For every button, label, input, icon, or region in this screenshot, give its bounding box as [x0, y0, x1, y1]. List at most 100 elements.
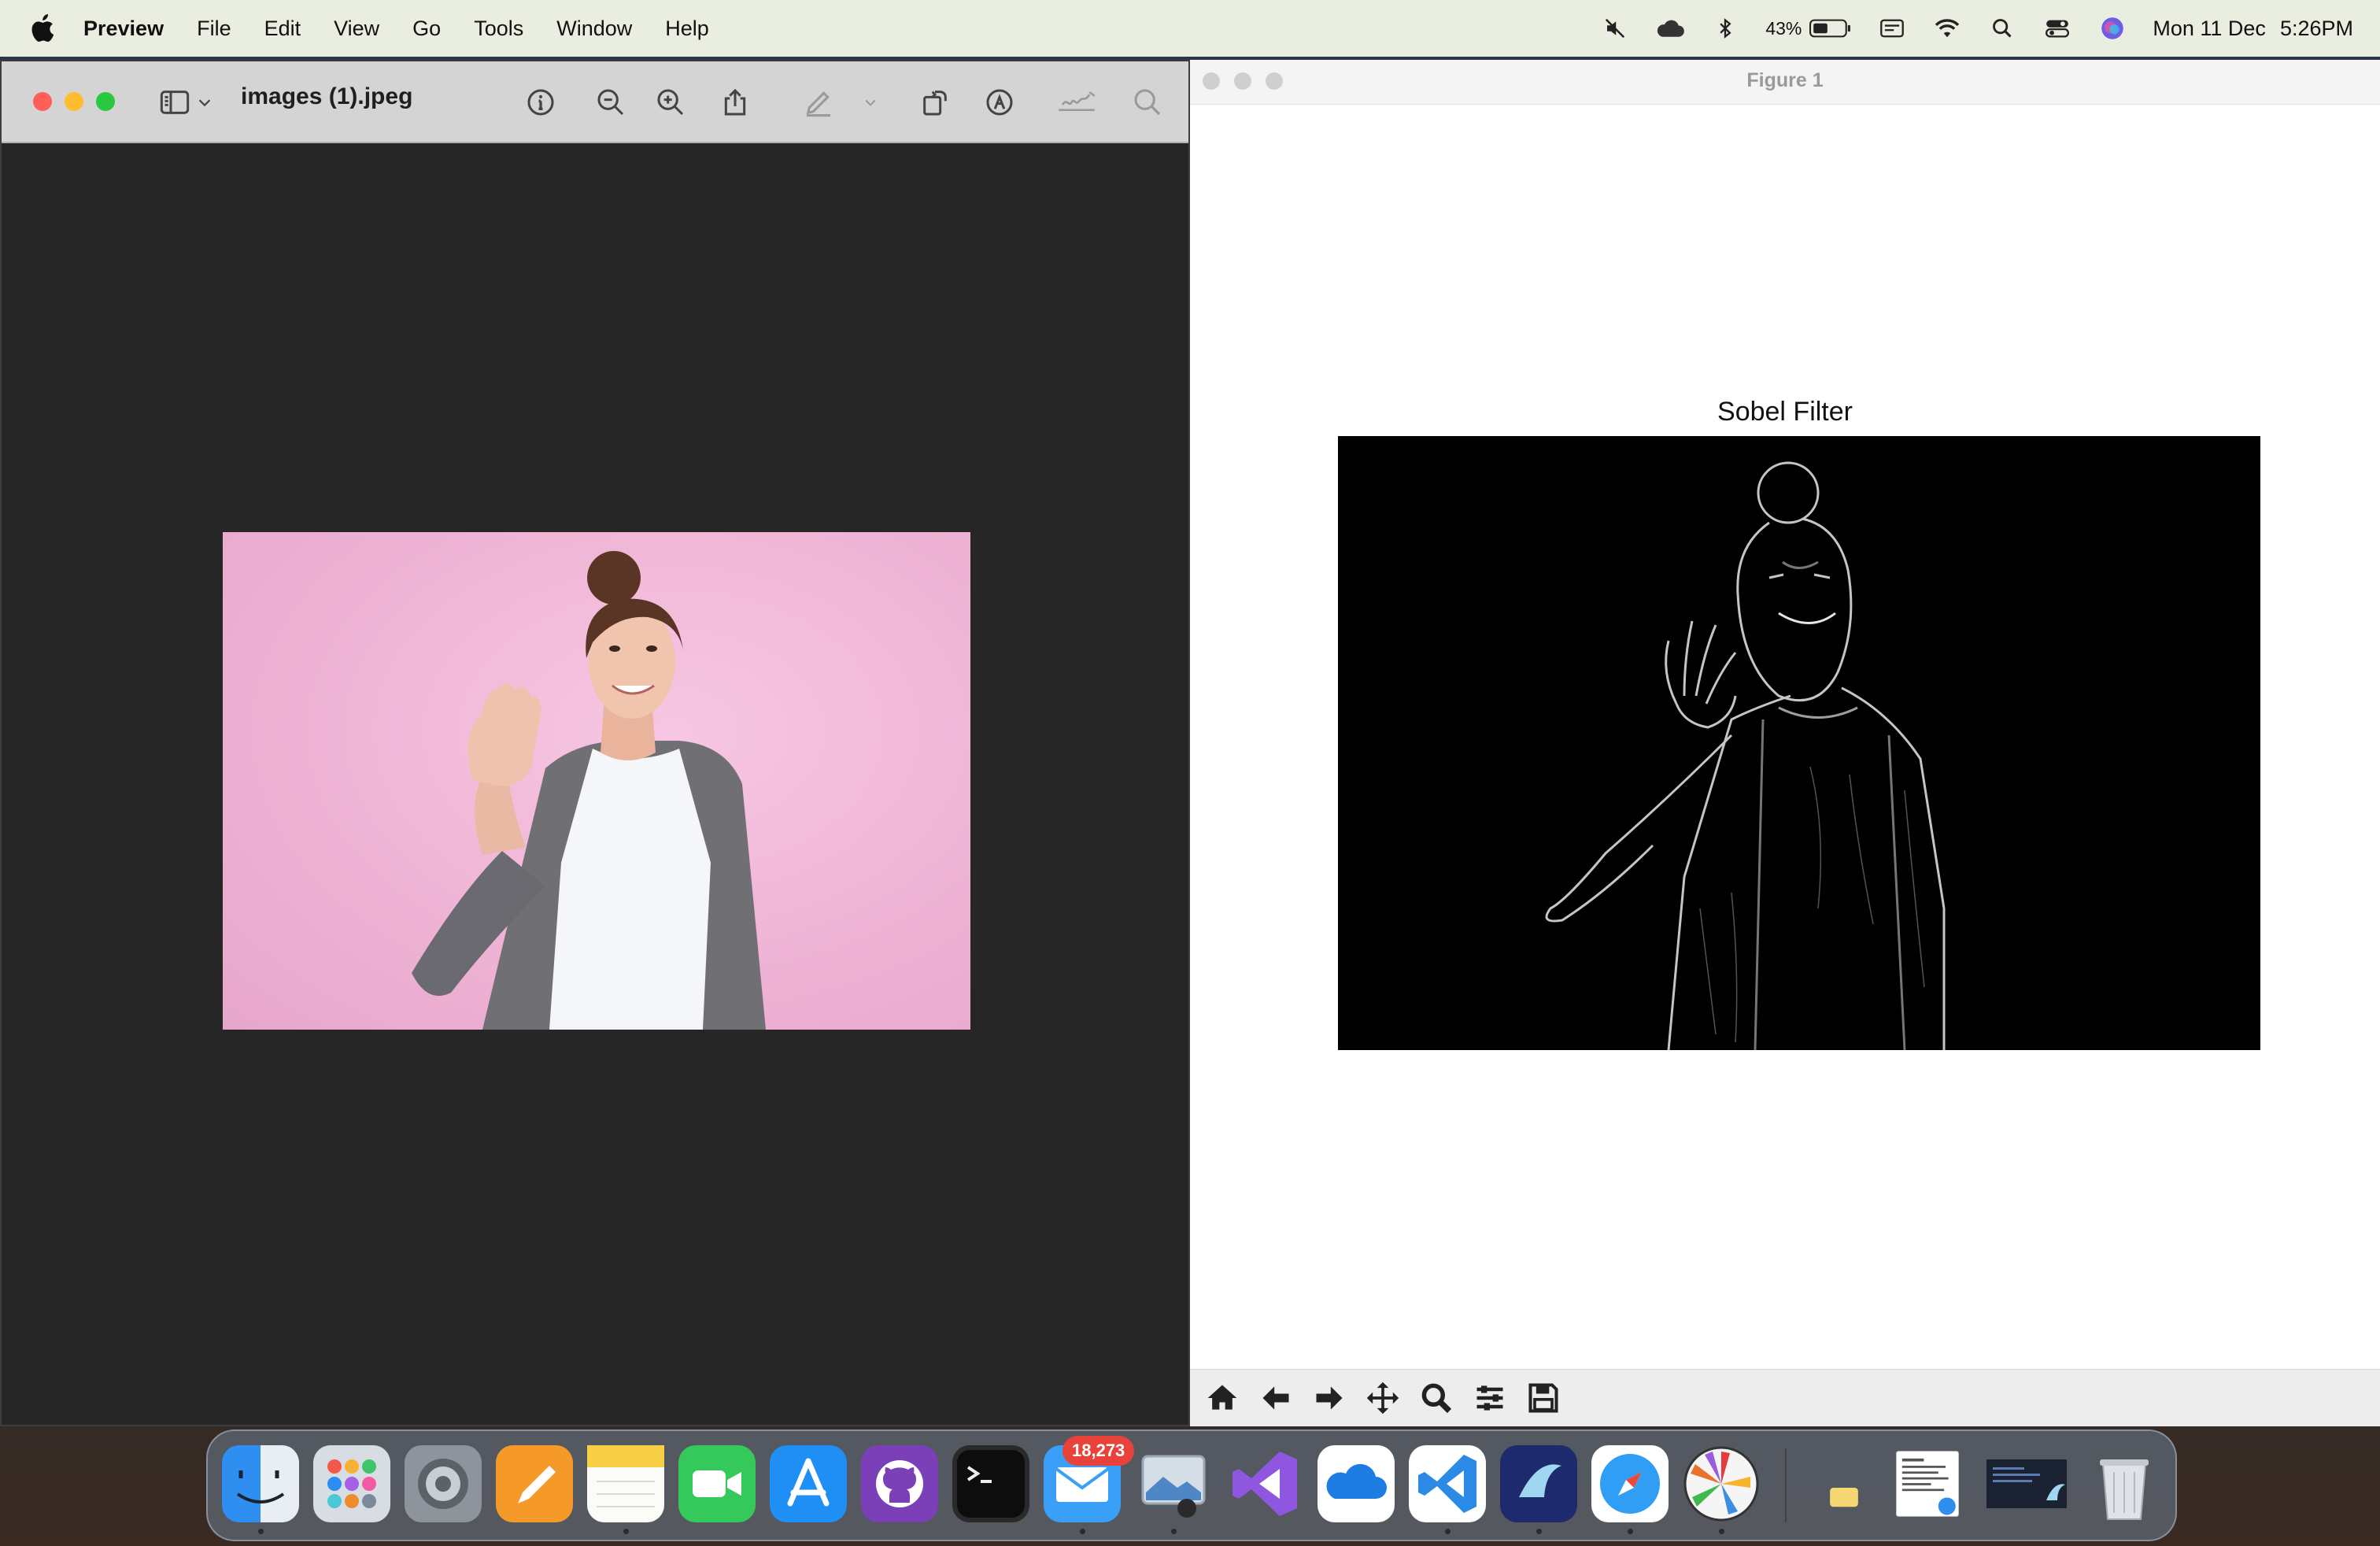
- markup-pen-icon[interactable]: [801, 85, 836, 120]
- launchpad-icon: [313, 1445, 390, 1522]
- close-button[interactable]: [33, 92, 52, 111]
- trash-icon: [2100, 1459, 2149, 1520]
- mail-unread-badge: 18,273: [1062, 1436, 1135, 1466]
- save-icon[interactable]: [1519, 1374, 1568, 1422]
- documents-stack-icon: [1896, 1451, 1959, 1517]
- dock-vscode[interactable]: [1409, 1445, 1486, 1522]
- window-thumbnail-icon: [1986, 1459, 2067, 1508]
- rotate-icon[interactable]: [918, 85, 952, 120]
- dock-facetime[interactable]: [678, 1445, 756, 1522]
- facetime-icon: [678, 1445, 756, 1522]
- dock-python[interactable]: [1683, 1445, 1760, 1522]
- siri-icon[interactable]: [2097, 13, 2127, 43]
- battery-status[interactable]: 43%: [1765, 18, 1852, 39]
- control-center-icon[interactable]: [2042, 13, 2072, 43]
- document-title: images (1).jpeg: [241, 83, 413, 109]
- dock-pages[interactable]: [496, 1445, 573, 1522]
- markup-icon[interactable]: [982, 85, 1017, 120]
- dock-system-settings[interactable]: [405, 1445, 482, 1522]
- configure-subplots-icon[interactable]: [1465, 1374, 1514, 1422]
- pages-icon: [496, 1445, 573, 1522]
- dock-app-store[interactable]: [770, 1445, 847, 1522]
- bluetooth-icon[interactable]: [1710, 13, 1740, 43]
- dock-notes[interactable]: [587, 1445, 664, 1522]
- keyboard-input-icon[interactable]: [1877, 13, 1907, 43]
- safari-compass-icon: [1591, 1445, 1669, 1522]
- mute-icon[interactable]: [1600, 13, 1630, 43]
- signature-icon[interactable]: [1055, 85, 1099, 120]
- info-icon[interactable]: [523, 85, 558, 120]
- settings-gear-icon: [405, 1445, 482, 1522]
- clock[interactable]: Mon 11 Dec 5:26PM: [2153, 17, 2353, 41]
- remote-app-icon: [1500, 1445, 1577, 1522]
- share-icon[interactable]: [718, 85, 752, 120]
- remote-app-running-indicator: [1536, 1529, 1542, 1534]
- menu-bar: Preview File Edit View Go Tools Window H…: [0, 0, 2380, 57]
- apple-menu-icon[interactable]: [28, 13, 60, 44]
- sobel-filtered-image: [1338, 436, 2260, 1051]
- menu-edit[interactable]: Edit: [264, 17, 301, 41]
- app-store-icon: [770, 1445, 847, 1522]
- minimize-button[interactable]: [65, 92, 83, 111]
- dock-terminal[interactable]: [952, 1445, 1029, 1522]
- sidebar-toggle-icon[interactable]: [157, 85, 192, 120]
- figure-titlebar: Figure 1: [1190, 60, 2380, 105]
- dock-safari[interactable]: [1591, 1445, 1669, 1522]
- dock-remote-app[interactable]: [1500, 1445, 1577, 1522]
- clock-date: Mon 11 Dec: [2153, 16, 2266, 40]
- vscode-icon: [1409, 1445, 1486, 1522]
- menu-app-name[interactable]: Preview: [83, 17, 164, 41]
- status-area: 43% Mon 11 Dec 5:26PM: [1600, 0, 2353, 57]
- zoom-out-icon[interactable]: [593, 85, 628, 120]
- preview-running-indicator: [1171, 1529, 1177, 1534]
- markup-options-chevron-icon[interactable]: [859, 85, 881, 120]
- preview-icon: [1141, 1455, 1206, 1518]
- preview-toolbar: images (1).jpeg: [2, 61, 1188, 143]
- finder-icon: [222, 1445, 299, 1522]
- wifi-icon[interactable]: [1932, 13, 1962, 43]
- zoom-in-icon[interactable]: [653, 85, 688, 120]
- dock-trash[interactable]: [2086, 1445, 2163, 1522]
- python-launcher-icon: [1683, 1446, 1759, 1522]
- onedrive-icon: [1318, 1445, 1395, 1522]
- matplotlib-toolbar: [1190, 1369, 2380, 1426]
- edge-outline-image: [1545, 461, 1946, 1051]
- zoom-button[interactable]: [96, 92, 115, 111]
- menu-view[interactable]: View: [334, 17, 379, 41]
- figure-window-title: Figure 1: [1746, 69, 1824, 91]
- pan-icon[interactable]: [1358, 1374, 1407, 1422]
- zoom-icon[interactable]: [1412, 1374, 1461, 1422]
- dock-github-desktop[interactable]: [861, 1445, 938, 1522]
- dock-recent-window[interactable]: [1983, 1445, 2070, 1522]
- dock-preview[interactable]: [1135, 1445, 1212, 1522]
- dock-documents-stack[interactable]: [1892, 1445, 1963, 1522]
- menu-window[interactable]: Window: [556, 17, 632, 41]
- notes-running-indicator: [623, 1529, 629, 1534]
- spotlight-icon[interactable]: [1987, 13, 2017, 43]
- dock-onedrive[interactable]: [1318, 1445, 1395, 1522]
- menu-go[interactable]: Go: [412, 17, 441, 41]
- forward-arrow-icon[interactable]: [1305, 1374, 1354, 1422]
- sidebar-options-chevron-icon[interactable]: [194, 85, 216, 120]
- dock-downloads-stack[interactable]: [1816, 1445, 1872, 1522]
- github-icon: [861, 1445, 938, 1522]
- back-arrow-icon[interactable]: [1251, 1374, 1300, 1422]
- menu-file[interactable]: File: [197, 17, 231, 41]
- menu-tools[interactable]: Tools: [474, 17, 523, 41]
- finder-running-indicator: [258, 1529, 264, 1534]
- visual-studio-icon: [1232, 1452, 1297, 1516]
- dock-visual-studio[interactable]: [1226, 1445, 1303, 1522]
- dock-launchpad[interactable]: [313, 1445, 390, 1522]
- home-icon[interactable]: [1198, 1374, 1247, 1422]
- dock-finder[interactable]: [222, 1445, 299, 1522]
- menu-help[interactable]: Help: [665, 17, 709, 41]
- clock-time: 5:26PM: [2279, 16, 2353, 40]
- document-image: [223, 532, 970, 1030]
- cloud-icon[interactable]: [1655, 13, 1685, 43]
- dock: 18,273: [206, 1429, 2177, 1541]
- mail-running-indicator: [1080, 1529, 1085, 1534]
- search-icon[interactable]: [1130, 85, 1165, 120]
- safari-running-indicator: [1628, 1529, 1633, 1534]
- terminal-icon: [952, 1445, 1029, 1522]
- preview-window: images (1).jpeg: [0, 60, 1190, 1426]
